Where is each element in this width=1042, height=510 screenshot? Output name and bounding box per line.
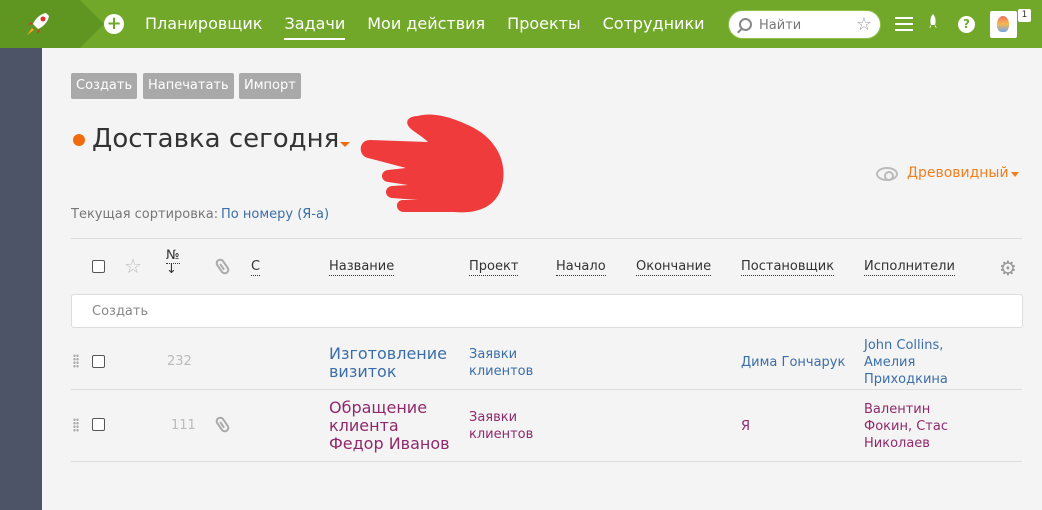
task-author-link[interactable]: Я	[741, 418, 750, 435]
create-task-field	[71, 294, 1023, 328]
chevron-down-icon	[1011, 172, 1019, 177]
nav-projects[interactable]: Проекты	[507, 0, 580, 48]
nav-my-actions[interactable]: Мои действия	[367, 0, 485, 48]
task-name-link[interactable]: Изготовление визиток	[329, 345, 454, 381]
search-icon	[739, 18, 752, 31]
column-header-number[interactable]: № ↓	[166, 248, 180, 277]
row-checkbox[interactable]	[92, 418, 105, 431]
task-project-link[interactable]: Заявки клиентов	[469, 409, 549, 443]
top-bar: + Планировщик Задачи Мои действия Проект…	[0, 0, 1042, 48]
task-project-link[interactable]: Заявки клиентов	[469, 346, 549, 380]
task-assignees-link[interactable]: Валентин Фокин, Стас Николаев	[864, 401, 969, 452]
search-box: ☆	[728, 10, 881, 39]
help-icon[interactable]: ?	[958, 16, 975, 33]
add-button[interactable]: +	[104, 14, 124, 34]
gear-icon[interactable]: ⚙	[999, 256, 1017, 280]
eye-icon	[876, 167, 898, 181]
rocket-logo-icon	[27, 13, 49, 35]
task-author-link[interactable]: Дима Гончарук	[741, 354, 845, 371]
drag-handle-icon[interactable]	[73, 418, 79, 432]
pointing-hand-icon	[360, 114, 504, 213]
view-mode-label: Древовидный	[907, 165, 1009, 181]
column-header-name[interactable]: Название	[329, 259, 395, 276]
column-header-c[interactable]: С	[251, 259, 261, 276]
drag-handle-icon[interactable]	[73, 354, 79, 368]
chevron-down-icon[interactable]	[340, 142, 350, 147]
attachment-icon[interactable]	[213, 414, 232, 435]
divider	[71, 238, 1022, 239]
left-sidebar	[0, 48, 42, 510]
import-button[interactable]: Импорт	[239, 73, 301, 99]
task-number: 111	[171, 418, 196, 433]
main-nav: Планировщик Задачи Мои действия Проекты …	[145, 0, 727, 48]
column-header-assignees[interactable]: Исполнители	[864, 259, 955, 276]
task-number: 232	[167, 354, 192, 369]
select-all-checkbox[interactable]	[92, 260, 105, 273]
create-button[interactable]: Создать	[71, 73, 138, 99]
row-checkbox[interactable]	[92, 355, 105, 368]
nav-employees[interactable]: Сотрудники	[603, 0, 705, 48]
nav-tasks[interactable]: Задачи	[284, 0, 345, 48]
menu-icon[interactable]	[895, 17, 913, 35]
row-divider	[71, 461, 1022, 462]
task-name-link[interactable]: Обращение клиента Федор Иванов	[329, 399, 454, 453]
column-header-author[interactable]: Постановщик	[741, 259, 835, 276]
status-dot	[73, 134, 85, 146]
sort-value-link[interactable]: По номеру (Я-а)	[221, 207, 329, 222]
attachment-icon[interactable]	[213, 256, 232, 277]
row-divider	[71, 389, 1022, 390]
column-header-end[interactable]: Окончание	[636, 259, 712, 276]
column-header-start[interactable]: Начало	[556, 259, 606, 276]
task-assignees-link[interactable]: John Collins, Амелия Приходкина	[864, 337, 979, 388]
create-task-input[interactable]	[72, 295, 1022, 327]
sort-arrow-icon: ↓	[166, 262, 177, 277]
search-input[interactable]	[759, 15, 849, 35]
print-button[interactable]: Напечатать	[143, 73, 234, 99]
logo[interactable]	[0, 0, 80, 48]
nav-planner[interactable]: Планировщик	[145, 0, 262, 48]
notification-badge: 1	[1018, 9, 1031, 22]
column-header-project[interactable]: Проект	[469, 259, 519, 276]
sort-label: Текущая сортировка:	[71, 207, 219, 222]
page-title: Доставка сегодня	[92, 124, 340, 154]
rocket-icon[interactable]	[927, 14, 939, 34]
avatar[interactable]	[990, 11, 1017, 38]
logo-notch	[80, 0, 104, 48]
star-icon[interactable]: ☆	[124, 254, 142, 278]
star-icon[interactable]: ☆	[856, 14, 872, 35]
